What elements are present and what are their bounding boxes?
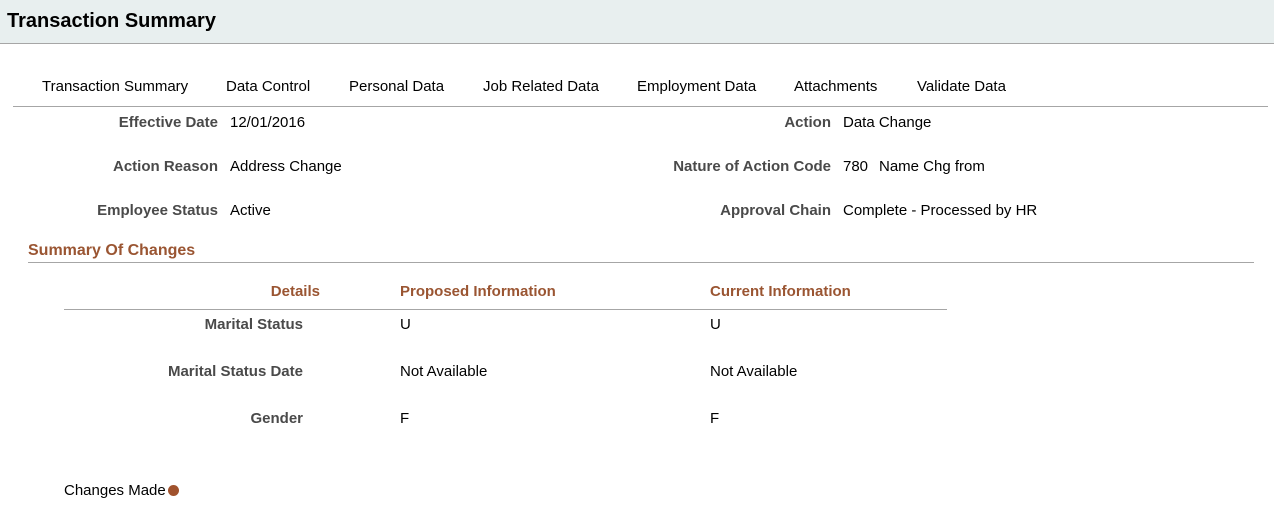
approval-chain-value: Complete - Processed by HR <box>843 202 1038 219</box>
action-reason-value: Address Change <box>230 158 342 175</box>
summary-of-changes-title: Summary Of Changes <box>28 242 196 259</box>
current-value: U <box>710 316 721 333</box>
table-header-divider <box>64 309 947 310</box>
tab-data-control[interactable]: Data Control <box>226 78 310 95</box>
tab-validate-data[interactable]: Validate Data <box>917 78 1006 95</box>
proposed-value: U <box>400 316 411 333</box>
row-label: Marital Status <box>204 316 303 333</box>
employee-status-label: Employee Status <box>97 202 218 219</box>
nature-of-action-value: Name Chg from <box>879 158 985 175</box>
tab-bar: Transaction Summary Data Control Persona… <box>13 68 1268 107</box>
effective-date-value: 12/01/2016 <box>230 114 306 131</box>
tab-attachments[interactable]: Attachments <box>794 78 877 95</box>
row-label: Gender <box>250 410 303 427</box>
approval-chain-label: Approval Chain <box>720 202 831 219</box>
changes-made-dot-icon <box>168 485 179 496</box>
current-value: Not Available <box>710 363 798 380</box>
nature-of-action-code: 780 <box>843 158 869 175</box>
employee-status-value: Active <box>230 202 271 219</box>
action-value: Data Change <box>843 114 932 131</box>
effective-date-label: Effective Date <box>118 114 218 131</box>
proposed-value: F <box>400 410 410 427</box>
page-title: Transaction Summary <box>7 10 216 32</box>
tab-transaction-summary[interactable]: Transaction Summary <box>42 78 188 95</box>
section-divider <box>28 262 1254 263</box>
tab-job-related-data[interactable]: Job Related Data <box>483 78 599 95</box>
changes-made-legend: Changes Made <box>64 482 166 499</box>
nature-of-action-label: Nature of Action Code <box>673 158 831 175</box>
current-value: F <box>710 410 720 427</box>
current-column-header: Current Information <box>710 283 851 300</box>
page-header: Transaction Summary <box>0 0 1274 44</box>
action-label: Action <box>784 114 831 131</box>
tab-personal-data[interactable]: Personal Data <box>349 78 444 95</box>
action-reason-label: Action Reason <box>112 158 218 175</box>
details-column-header: Details <box>270 283 320 300</box>
proposed-column-header: Proposed Information <box>400 283 556 300</box>
row-label: Marital Status Date <box>167 363 303 380</box>
proposed-value: Not Available <box>400 363 488 380</box>
tab-employment-data[interactable]: Employment Data <box>637 78 756 95</box>
